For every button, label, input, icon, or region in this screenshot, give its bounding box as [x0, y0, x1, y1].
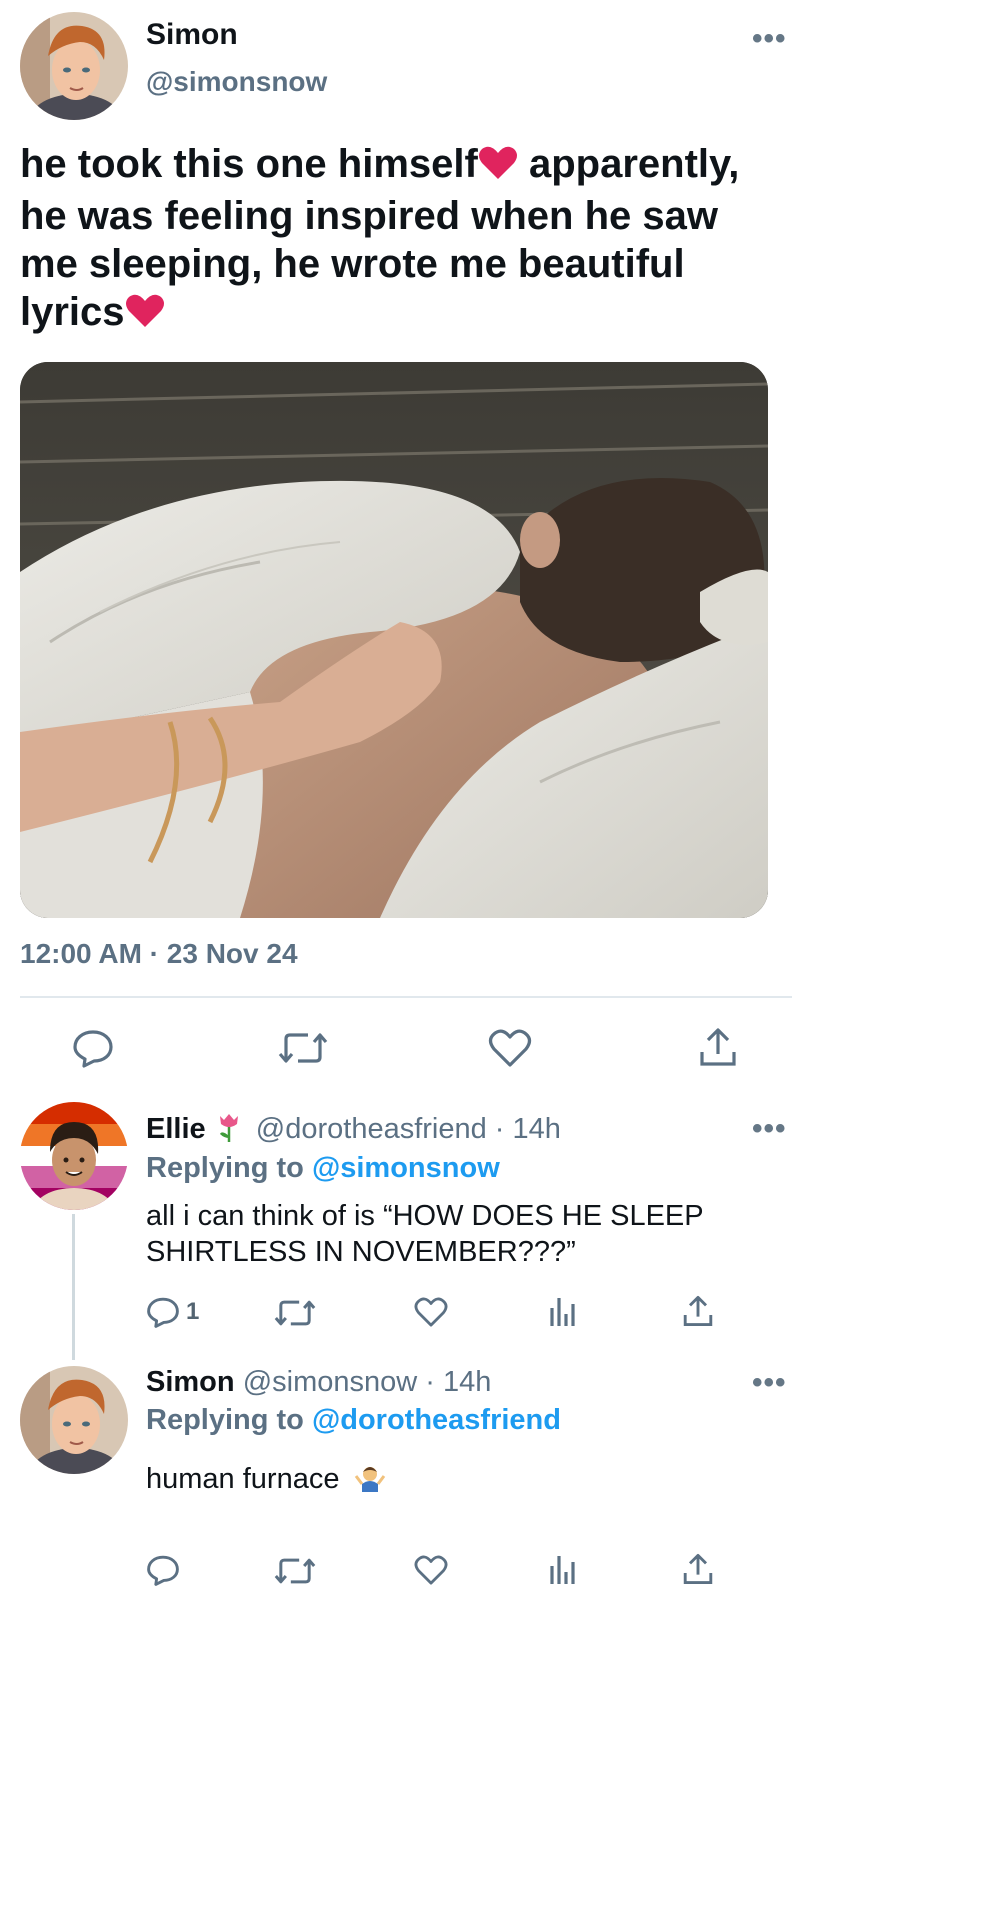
reply-icon[interactable]: [146, 1296, 180, 1328]
more-icon[interactable]: •••: [752, 1366, 787, 1400]
tweet-text-line: he took this one himself: [20, 142, 478, 186]
author-handle-time[interactable]: @simonsnow · 14h: [243, 1366, 492, 1398]
replying-to: Replying to @dorotheasfriend: [146, 1404, 561, 1437]
divider: [20, 996, 792, 998]
analytics-icon[interactable]: [548, 1552, 578, 1586]
retweet-icon[interactable]: [274, 1298, 316, 1328]
reply-text-line: all i can think of is “HOW DOES HE SLEEP: [146, 1200, 704, 1232]
replying-label: Replying to: [146, 1152, 304, 1184]
reply-icon[interactable]: [146, 1554, 180, 1586]
reply-text-line: human furnace: [146, 1463, 340, 1495]
reply-text: human furnace: [146, 1462, 386, 1500]
replying-to: Replying to @simonsnow: [146, 1152, 500, 1185]
shrug-emoji-icon: [354, 1462, 386, 1500]
like-icon[interactable]: [488, 1028, 532, 1068]
reply1-header: Ellie @dorotheasfriend · 14h: [146, 1112, 561, 1150]
heart-emoji-icon: [478, 144, 518, 192]
tulip-emoji-icon: [216, 1112, 242, 1150]
share-icon[interactable]: [682, 1294, 714, 1328]
reply-icon[interactable]: [72, 1028, 114, 1068]
share-icon[interactable]: [698, 1026, 738, 1068]
more-icon[interactable]: •••: [752, 22, 787, 56]
analytics-icon[interactable]: [548, 1294, 578, 1328]
simon-avatar[interactable]: [20, 1366, 128, 1474]
retweet-icon[interactable]: [278, 1030, 328, 1066]
author-handle[interactable]: @simonsnow: [146, 66, 327, 98]
thread-line: [72, 1214, 75, 1360]
simon-avatar[interactable]: [20, 12, 128, 120]
reply-count: 1: [186, 1298, 200, 1325]
share-icon[interactable]: [682, 1552, 714, 1586]
replying-handle[interactable]: @simonsnow: [312, 1152, 500, 1184]
tweet-text-line: he was feeling inspired when he saw: [20, 194, 718, 238]
more-icon[interactable]: •••: [752, 1112, 787, 1146]
replying-label: Replying to: [146, 1404, 304, 1436]
author-name[interactable]: Simon: [146, 18, 238, 52]
reply-text: all i can think of is “HOW DOES HE SLEEP…: [146, 1198, 786, 1270]
replying-handle[interactable]: @dorotheasfriend: [312, 1404, 561, 1436]
tweet-text-line: me sleeping, he wrote me beautiful: [20, 242, 685, 286]
like-icon[interactable]: [414, 1296, 448, 1328]
tweet-timestamp[interactable]: 12:00 AM · 23 Nov 24: [20, 938, 298, 970]
tweet-text: he took this one himself apparently, he …: [20, 140, 800, 340]
like-icon[interactable]: [414, 1554, 448, 1586]
tweet-photo[interactable]: [20, 362, 768, 918]
reply-text-line: SHIRTLESS IN NOVEMBER???”: [146, 1236, 576, 1268]
author-name[interactable]: Ellie: [146, 1113, 206, 1145]
ellie-avatar[interactable]: [20, 1102, 128, 1210]
author-name[interactable]: Simon: [146, 1366, 235, 1398]
retweet-icon[interactable]: [274, 1556, 316, 1586]
tweet-text-line: lyrics: [20, 290, 125, 334]
author-handle-time[interactable]: @dorotheasfriend · 14h: [256, 1113, 561, 1145]
tweet-text-line: apparently,: [517, 142, 740, 186]
reply2-header: Simon @simonsnow · 14h: [146, 1366, 491, 1399]
heart-emoji-icon: [125, 292, 165, 340]
